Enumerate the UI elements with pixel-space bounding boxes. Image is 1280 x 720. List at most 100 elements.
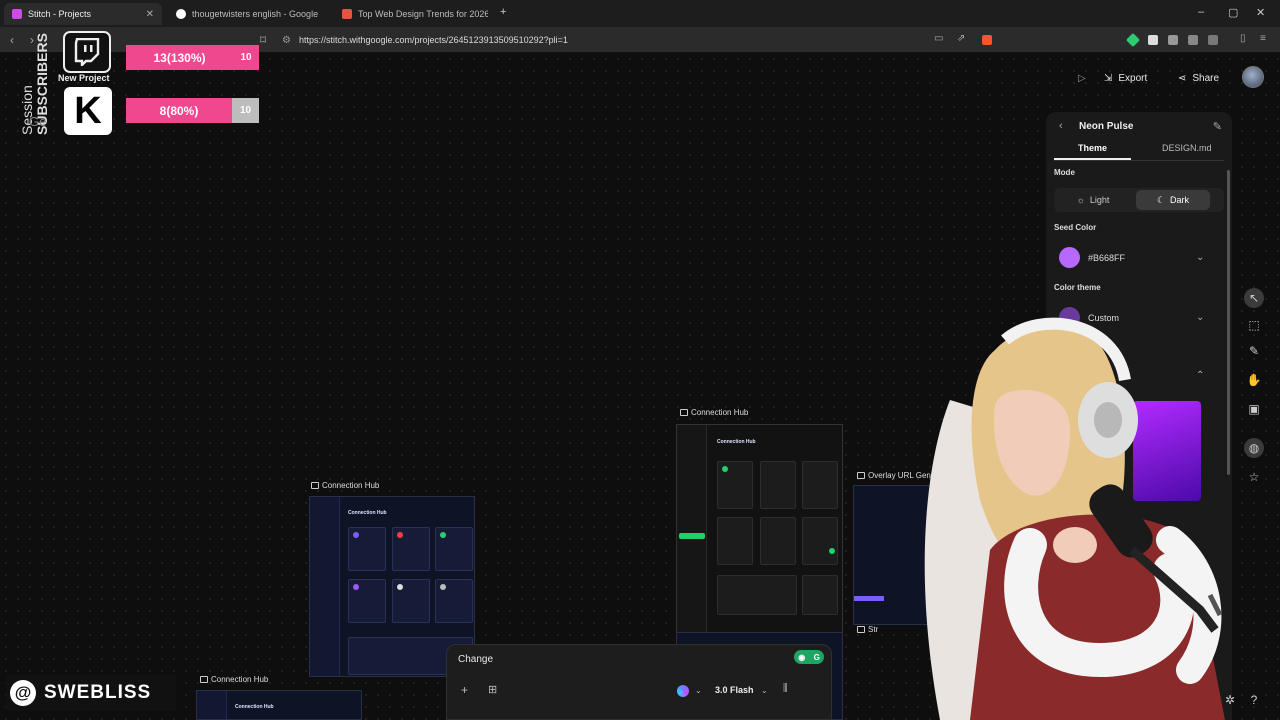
seed-color-label: Seed Color [1054,223,1097,232]
palette-tool-icon[interactable]: ◍ [1244,438,1264,458]
new-project-label: New Project [58,73,110,83]
divider [1054,160,1224,161]
edit-pencil-icon[interactable]: ✎ [1213,120,1222,133]
artboard-connection-hub-2[interactable]: Connection Hub [676,424,843,634]
grammarly-icon: G [813,652,820,662]
url-field[interactable]: ⚙ https://stitch.withgoogle.com/projects… [282,32,972,48]
figma-favicon-icon [342,9,352,19]
tab-google-search[interactable]: thougetwisters english - Google Sea [168,3,328,25]
share-page-icon[interactable]: ⇗ [957,33,965,44]
artboard-card [435,579,473,623]
tab-web-design-trends[interactable]: Top Web Design Trends for 2026 | Fig [334,3,496,25]
model-selector[interactable]: 3.0 Flash [715,685,754,695]
mode-dark-button[interactable]: ☾ Dark [1136,190,1210,210]
preview-play-button[interactable]: ▷ [1078,68,1086,88]
share-label: Share [1192,72,1220,84]
extension-icon[interactable] [1208,35,1218,45]
artboard-label[interactable]: Connection Hub [680,408,748,417]
select-tool-icon[interactable]: ↖ [1244,288,1264,308]
artboard-card [392,579,430,623]
tab-title: Top Web Design Trends for 2026 | Fig [358,9,488,19]
help-icon[interactable]: ? [1244,690,1264,710]
artboard-label[interactable]: Connection Hub [311,481,379,490]
tab-design-md[interactable]: DESIGN.md [1162,143,1212,153]
brave-shield-icon[interactable] [982,35,992,45]
menu-icon[interactable]: ≡ [1260,33,1266,44]
panel-title: Neon Pulse [1079,121,1134,132]
threads-icon: @ [10,680,36,706]
frame-tool-icon[interactable]: ⬚ [1244,315,1264,335]
artboard-card [760,461,796,509]
extension-icon[interactable] [1168,35,1178,45]
maximize-icon[interactable]: ▢ [1228,6,1238,19]
cast-icon[interactable]: ▭ [934,33,943,44]
user-avatar[interactable] [1242,66,1264,88]
tab-title: Stitch - Projects [28,9,92,19]
artboard-card [802,517,838,565]
theme-picker-icon[interactable] [677,685,689,697]
hand-tool-icon[interactable]: ✋ [1244,370,1264,390]
artboard-sidebar [310,497,340,676]
stitch-favicon-icon [12,9,22,19]
minimize-icon[interactable]: – [1198,6,1204,18]
kick-goal-fill: 8(80%) [126,98,232,123]
back-arrow-icon[interactable]: ‹ [1059,120,1063,132]
image-tool-icon[interactable]: ▣ [1244,399,1264,419]
export-button[interactable]: ⇲ Export [1104,68,1147,88]
export-icon: ⇲ [1104,72,1113,84]
voice-input-icon[interactable]: ⫼ [783,683,788,694]
tab-stitch-projects[interactable]: Stitch - Projects ✕ [4,3,162,25]
artboard-card [802,575,838,615]
extension-icon[interactable] [1188,35,1198,45]
artboard-card [348,527,386,571]
pen-tool-icon[interactable]: ✎ [1244,341,1264,361]
artboard-card [348,579,386,623]
add-attachment-icon[interactable]: + [461,683,468,697]
site-info-icon[interactable]: ⚙ [282,35,291,46]
chevron-down-icon[interactable]: ⌄ [695,686,702,695]
artboard-heading: Connection Hub [348,510,387,516]
star-tool-icon[interactable]: ☆ [1244,467,1264,487]
export-label: Export [1118,72,1148,84]
mode-dark-label: Dark [1170,195,1190,205]
artboard-card [392,527,430,571]
artboard-card [760,517,796,565]
headphone-cup-inner [1094,402,1122,438]
url-text: https://stitch.withgoogle.com/projects/2… [298,35,568,45]
extension-icon[interactable] [1125,32,1141,48]
kick-goal-bar: 8(80%) 10 [126,98,259,123]
artboard-title: Connection Hub [691,408,749,417]
screen-icon [680,409,688,416]
artboard-label[interactable]: Connection Hub [200,675,268,684]
twitch-goal-max: 10 [240,52,252,63]
mode-light-button[interactable]: ☼ Light [1056,190,1130,210]
close-tab-icon[interactable]: ✕ [146,9,154,20]
kick-goal-remaining: 10 [232,98,259,123]
artboard-heading: Connection Hub [235,704,274,710]
chevron-down-icon[interactable]: ⌄ [761,686,768,695]
seed-color-swatch[interactable] [1059,247,1080,268]
insert-image-icon[interactable]: ⊞ [488,683,497,696]
close-window-icon[interactable]: ✕ [1256,6,1265,19]
artboard-card [435,527,473,571]
grammarly-badge[interactable]: ◉ G [794,650,824,664]
chevron-down-icon[interactable]: ⌄ [1196,252,1204,263]
back-icon[interactable]: ‹ [10,33,14,47]
artboard-connection-hub-3[interactable]: Connection Hub [196,690,362,720]
artboard-sidebar [197,691,227,719]
bookmark-icon[interactable]: ⌑ [260,33,266,47]
twitch-icon [74,38,100,66]
tab-theme[interactable]: Theme [1078,143,1107,153]
sidebar-toggle-icon[interactable]: ▯ [1240,33,1246,44]
artboard-title: Connection Hub [211,675,269,684]
screen-icon [857,472,865,479]
prompt-box[interactable]: Change ◉ G + ⊞ ⌄ 3.0 Flash ⌄ ⫼ [446,644,832,720]
artboard-title: Connection Hub [322,481,380,490]
extension-icon[interactable] [1148,35,1158,45]
kick-icon: K [74,89,102,132]
screen-icon [311,482,319,489]
mode-light-label: Light [1089,195,1110,205]
new-tab-icon[interactable]: + [500,6,506,18]
prompt-input[interactable]: Change [458,654,493,665]
share-button[interactable]: ⋖ Share [1178,68,1219,88]
